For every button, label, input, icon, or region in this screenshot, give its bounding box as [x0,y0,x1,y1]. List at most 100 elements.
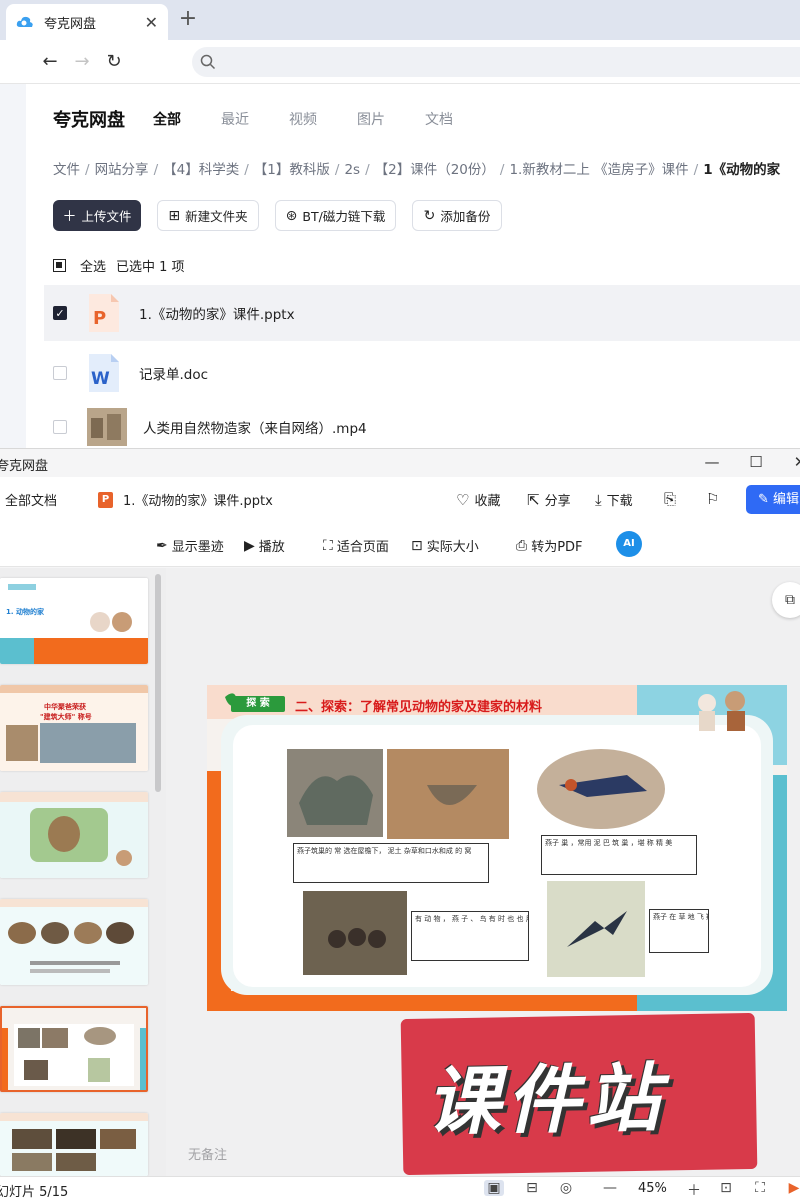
drive-brand: 夸克网盘 [53,110,125,131]
file-row[interactable]: 人类用自然物造家（来自网络）.mp4 [44,405,800,448]
breadcrumb-item[interactable]: 2s [344,162,360,178]
close-window-icon[interactable]: ✕ [790,453,800,471]
slide-thumbnail-panel: 1. 动物的家 中华聚爸荣获 "建筑大师" 称号 [0,568,166,1176]
fullscreen-icon[interactable]: ⛶ [750,1180,770,1196]
breadcrumb-current: 1《动物的家 [703,162,781,178]
plus-icon: ＋ [62,208,77,225]
status-bar: 幻灯片 5/15 ▣ ⊟ ◎ — 45% ＋ ⊡ ⛶ ▶ [0,1176,800,1200]
breadcrumb-item[interactable]: 文件 [53,162,80,178]
share-button[interactable]: ⇱ 分享 [527,490,571,510]
tab-all[interactable]: 全部 [153,109,181,129]
play-button[interactable]: ▶ 播放 [244,536,285,556]
quark-cloud-icon [16,16,33,27]
file-checkbox[interactable] [53,366,67,380]
slide-caption: 燕子 巢 ，常用 泥 巴 筑 巢 ，堪 称 精 美 [541,835,697,875]
side-tool-icon[interactable]: ⧉ [772,582,800,618]
file-name: 记录单.doc [139,367,209,383]
breadcrumb-item[interactable]: 1.新教材二上 《造房子》课件 [509,162,688,178]
slide-caption: 燕子 在 草 地 飞 翔 [649,909,709,953]
actual-size-button[interactable]: ⊡ 实际大小 [411,536,479,556]
bt-download-button[interactable]: ⊛ BT/磁力链下载 [275,200,396,231]
watermark-text: 课件站 [425,1055,667,1146]
slide-thumbnail[interactable] [0,792,148,878]
download-button[interactable]: ⤓ 下载 [595,490,633,510]
to-pdf-button[interactable]: ⎙ 转为PDF [516,536,583,556]
show-ink-button[interactable]: ✒ 显示墨迹 [156,536,224,556]
viewer-window-title: 夸克网盘 [0,459,49,474]
back-icon[interactable]: ← [38,50,62,74]
normal-view-icon[interactable]: ▣ [484,1180,504,1196]
file-row[interactable]: W 记录单.doc [44,345,800,401]
fit-icon: ⛶ [323,537,333,554]
file-checkbox[interactable] [53,419,67,434]
browser-nav-bar: ← → ↻ [0,40,800,84]
svg-text:P: P [93,308,106,329]
tab-title: 夸克网盘 [44,16,97,32]
edit-button[interactable]: ✎ 编辑 [746,485,800,514]
search-icon [200,54,216,70]
minimize-icon[interactable]: — [702,453,722,471]
play-slideshow-icon[interactable]: ▶ [784,1180,800,1196]
breadcrumb-item[interactable]: 【2】课件（20份） [375,162,495,178]
slide-counter: 幻灯片 5/15 [0,1185,69,1200]
new-tab-icon[interactable]: + [176,6,200,31]
slide-thumbnail[interactable] [0,899,148,985]
favorite-button[interactable]: ♡ 收藏 [456,490,500,510]
browser-tab[interactable]: 夸克网盘 ✕ [6,4,168,40]
fit-page-button[interactable]: ⛶ 适合页面 [323,536,389,556]
add-backup-button[interactable]: ↻ 添加备份 [412,200,502,231]
tab-recent[interactable]: 最近 [221,109,249,129]
new-folder-button[interactable]: ⊞ 新建文件夹 [157,200,259,231]
drive-page: 夸克网盘 全部 最近 视频 图片 文档 文件 / 网站分享 / 【4】科学类 / 【1】教科… [26,84,800,448]
breadcrumb-item[interactable]: 【1】教科版 [254,162,330,178]
svg-text:W: W [91,369,110,389]
select-all-checkbox[interactable] [53,259,66,272]
breadcrumb-item[interactable]: 网站分享 [95,162,149,178]
tab-image[interactable]: 图片 [357,109,385,129]
forward-icon[interactable]: → [70,50,94,74]
watermark-stamp: 课件站 [400,1012,758,1176]
actual-size-icon: ⊡ [411,537,423,554]
tab-video[interactable]: 视频 [289,109,317,129]
share-icon: ⇱ [527,490,540,509]
reload-icon[interactable]: ↻ [102,50,126,74]
breadcrumb: 文件 / 网站分享 / 【4】科学类 / 【1】教科版/2s / 【2】课件（20份）/1.新教… [53,162,781,178]
file-name: 人类用自然物造家（来自网络）.mp4 [143,420,367,437]
selected-count: 已选中 1 项 [116,260,185,275]
file-title: P 1.《动物的家》课件.pptx [98,490,273,509]
tab-document[interactable]: 文档 [425,109,453,129]
web-view-icon[interactable]: ◎ [556,1180,576,1196]
slide-caption: 燕子筑巢的 常 选在屋檐下， 泥土 杂草和口水和成 的 窝 [293,843,489,883]
svg-text:中华聚爸荣获: 中华聚爸荣获 [44,702,86,711]
heart-icon: ♡ [456,490,470,509]
slide-thumbnail[interactable]: 1. 动物的家 [0,578,148,664]
ai-assistant-icon[interactable]: AI [616,531,642,557]
folder-plus-icon: ⊞ [168,207,181,224]
maximize-icon[interactable]: ☐ [746,453,766,471]
browser-tab-bar: 夸克网盘 ✕ + [0,0,800,40]
breadcrumb-item[interactable]: 【4】科学类 [163,162,239,178]
address-bar[interactable] [192,47,800,77]
slide-sorter-icon[interactable]: ⊟ [522,1180,542,1196]
download-icon: ⤓ [595,490,602,509]
select-all-label[interactable]: 全选 [80,256,106,275]
pptx-icon: P [98,491,113,508]
zoom-out-icon[interactable]: — [600,1180,620,1196]
fit-window-icon[interactable]: ⊡ [716,1180,736,1196]
all-docs-button[interactable]: ‹全部文档 [0,490,57,509]
export-icon[interactable]: ⎘ [664,490,681,508]
tab-close-icon[interactable]: ✕ [145,13,158,32]
slide-thumbnail[interactable] [0,1113,148,1176]
thumbnail-scrollbar[interactable] [155,574,161,792]
file-checkbox[interactable]: ✓ [53,306,67,320]
zoom-in-icon[interactable]: ＋ [684,1180,704,1200]
pptx-file-icon: P [89,294,119,332]
file-row[interactable]: ✓ P 1.《动物的家》课件.pptx [44,285,800,341]
slide-thumbnail[interactable]: 中华聚爸荣获 "建筑大师" 称号 [0,685,148,771]
pdf-icon: ⎙ [516,537,528,554]
svg-text:1. 动物的家: 1. 动物的家 [6,607,45,616]
report-icon[interactable]: ⚐ [706,490,724,508]
viewer-title-bar: 夸克网盘 — ☐ ✕ [0,449,800,477]
slide-thumbnail-selected[interactable] [0,1006,148,1092]
upload-button[interactable]: ＋上传文件 [53,200,141,231]
